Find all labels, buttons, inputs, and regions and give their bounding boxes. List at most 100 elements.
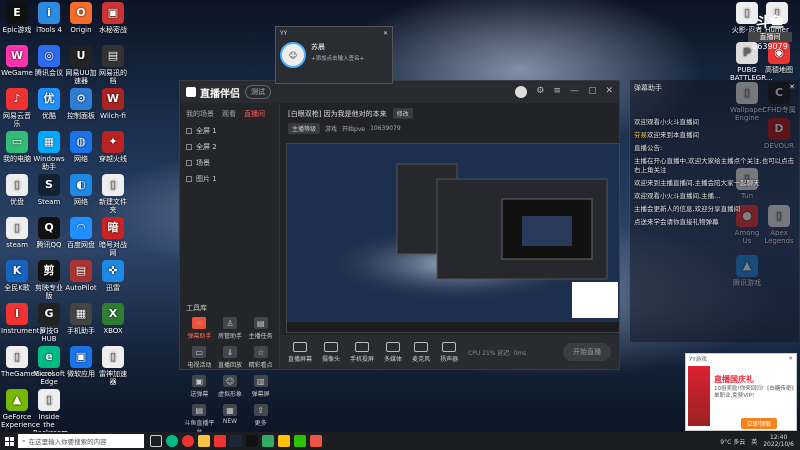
start-stream-button[interactable]: 开始直播 xyxy=(563,343,611,361)
desktop-icon[interactable]: ◐ 网络 xyxy=(65,174,97,206)
desktop-icon[interactable]: ▦ 手机助手 xyxy=(65,303,97,335)
scene-tab[interactable]: 我的场景 xyxy=(186,109,214,119)
app-icon[interactable] xyxy=(262,435,274,447)
chat-user[interactable]: 芬易 xyxy=(634,131,647,139)
maximize-icon[interactable]: ▢ xyxy=(588,86,597,98)
avatar[interactable] xyxy=(515,86,528,98)
desktop-icon[interactable]: ✜ 迅雷 xyxy=(97,260,129,292)
tool-button[interactable]: ♙ 房管助手 xyxy=(215,317,246,340)
desktop-icon[interactable]: 暗暗号对战网 xyxy=(97,217,129,257)
source-button[interactable]: 直播屏幕 xyxy=(288,341,312,363)
desktop-icon[interactable]: ◠ 百度网盘 xyxy=(65,217,97,249)
tool-button[interactable]: ☆ 精彩看点 xyxy=(245,346,276,369)
scene-tab[interactable]: 观看 xyxy=(222,109,236,119)
chrome-icon[interactable] xyxy=(182,435,194,447)
live-icon[interactable] xyxy=(310,435,322,447)
claim-button[interactable]: 立即领取 xyxy=(741,418,778,429)
steam-icon[interactable] xyxy=(230,435,242,447)
desktop-icon[interactable]: ♪ 网易云音乐 xyxy=(1,88,33,128)
edit-title-button[interactable]: 修改 xyxy=(392,108,413,119)
desktop-icon[interactable]: I Instrumental xyxy=(1,303,46,335)
task-view-icon[interactable] xyxy=(150,435,162,447)
desktop-icon[interactable]: ◍ 网络 xyxy=(65,131,97,163)
scene-item[interactable]: 场景 xyxy=(180,155,279,171)
desktop-icon[interactable]: ▯ TheGameExcel xyxy=(1,346,53,378)
desktop-icon[interactable]: ▤ AutoPilot xyxy=(65,260,97,292)
yy-signature[interactable]: +添加点击输入签名+ xyxy=(311,54,364,62)
version-tag[interactable]: 测试 xyxy=(245,85,271,99)
netease-icon[interactable] xyxy=(214,435,226,447)
source-button[interactable]: 手机投屏 xyxy=(350,341,374,363)
desktop-icon[interactable]: 优优酷 xyxy=(33,88,65,120)
desktop-icon[interactable]: G 罗技G HUB xyxy=(33,303,65,343)
menu-icon[interactable]: ≡ xyxy=(553,86,561,98)
source-button[interactable]: 扬声器 xyxy=(440,341,458,363)
tool-button[interactable]: ☺ 虚拟形象 xyxy=(215,375,246,398)
desktop-icon[interactable]: i iTools 4 xyxy=(33,2,65,34)
close-icon[interactable]: ✕ xyxy=(789,83,795,93)
desktop-icon[interactable]: ▣ 水秘密战 xyxy=(97,2,129,34)
qq-icon[interactable] xyxy=(246,435,258,447)
explorer-icon[interactable] xyxy=(198,435,210,447)
desktop-icon[interactable]: W WeGame xyxy=(1,45,33,77)
desktop-icon[interactable]: Q 腾讯QQ xyxy=(33,217,65,249)
main-area: [白眼双枪] 因为我是他对的本来 修改 主播等级 游戏 开始pve 10639079 xyxy=(280,103,620,369)
minimize-icon[interactable]: — xyxy=(570,86,579,98)
tool-button[interactable]: ⇓ 直播回放 xyxy=(215,346,246,369)
desktop-icon[interactable]: ▯ 雷神加速器 xyxy=(97,346,129,386)
desktop-icon[interactable]: ⚙ 控制面板 xyxy=(65,88,97,120)
scene-item[interactable]: 全屏 1 xyxy=(180,123,279,139)
desktop-icon[interactable]: K 全民K歌 xyxy=(1,260,33,292)
scene-item[interactable]: 图片 1 xyxy=(180,171,279,187)
tool-icon: ▭ xyxy=(192,346,207,358)
scene-tab[interactable]: 直播间 xyxy=(244,109,265,119)
desktop-icon[interactable]: e Microsoft Edge xyxy=(33,346,65,386)
start-button[interactable] xyxy=(0,432,18,450)
close-icon[interactable]: ✕ xyxy=(788,356,793,362)
room-meta-item: 开始pve xyxy=(342,126,366,133)
desktop-icon[interactable]: ▯ 新建文件夹 xyxy=(97,174,129,214)
source-button[interactable]: 多媒体 xyxy=(384,341,402,363)
source-button[interactable]: 摄像头 xyxy=(322,341,340,363)
tool-button[interactable]: ▤ 主播任务 xyxy=(245,317,276,340)
desktop-icon[interactable]: X XBOX xyxy=(97,303,129,335)
desktop-icon[interactable]: ▤ 网易迅的档 xyxy=(97,45,129,85)
desktop-icon[interactable]: ▲ GeForce Experience xyxy=(1,389,40,429)
yy-header: YY ✕ xyxy=(276,27,392,39)
tool-button[interactable]: ▭ 电视活动 xyxy=(184,346,215,369)
desktop-icon[interactable]: S Steam xyxy=(33,174,65,206)
desktop-icon[interactable]: 剪剪映专业版 xyxy=(33,260,65,300)
desktop-icon[interactable]: W Wilch-fi xyxy=(97,88,129,120)
settings-icon[interactable]: ⚙ xyxy=(536,86,544,98)
tool-button[interactable]: ✉ 弹幕助手 xyxy=(184,317,215,340)
close-icon[interactable]: ✕ xyxy=(383,30,388,37)
desktop-icon[interactable]: ✦ 穿越火线 xyxy=(97,131,129,163)
desktop-icon[interactable]: U 网易UU加速器 xyxy=(65,45,97,85)
desktop-icon[interactable]: ▭ 我的电脑 xyxy=(1,131,33,163)
close-icon[interactable]: ✕ xyxy=(605,86,613,98)
tool-button[interactable]: ▥ 弹幕屏 xyxy=(245,375,276,398)
weather[interactable]: 9°C 多云 xyxy=(720,437,745,446)
room-meta-item[interactable]: 主播等级 xyxy=(288,123,321,134)
wechat-icon[interactable] xyxy=(294,435,306,447)
tool-button[interactable]: ▣ 送弹幕 xyxy=(184,375,215,398)
stream-preview[interactable] xyxy=(286,143,620,333)
language-indicator[interactable]: 英 xyxy=(751,437,757,446)
desktop-icon[interactable]: ◎ 腾讯会议 xyxy=(33,45,65,77)
desktop-icon[interactable]: ▣ 微软应用 xyxy=(65,346,97,378)
edge-icon[interactable] xyxy=(166,435,178,447)
yy-icon[interactable] xyxy=(278,435,290,447)
app-icon: S xyxy=(38,174,60,196)
desktop-icon[interactable]: ▯ 优盘 xyxy=(1,174,33,206)
desktop-icon[interactable]: ▯ steam xyxy=(1,217,33,249)
desktop-icon[interactable]: ▦ Windows助手 xyxy=(33,131,65,171)
source-button[interactable]: 麦克风 xyxy=(412,341,430,363)
scene-item[interactable]: 全屏 2 xyxy=(180,139,279,155)
desktop-icon[interactable]: E Epic游戏 xyxy=(1,2,33,34)
desktop-icon[interactable]: ▯Inside the Backroom xyxy=(33,389,68,437)
taskbar-search[interactable]: ⌕ 在这里输入你要搜索的内容 xyxy=(18,434,144,448)
clock[interactable]: 12:40 2022/10/6 xyxy=(763,434,794,448)
desktop-icon[interactable]: O Origin xyxy=(65,2,97,34)
yy-avatar[interactable]: ☺ xyxy=(280,42,306,68)
tool-label: 主播任务 xyxy=(248,333,273,340)
